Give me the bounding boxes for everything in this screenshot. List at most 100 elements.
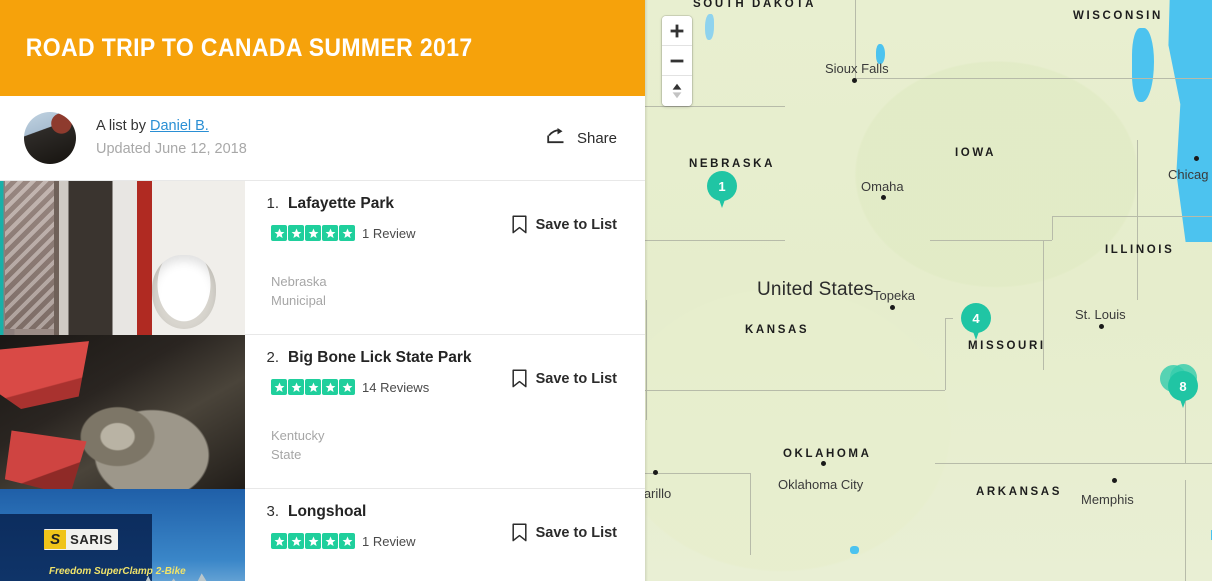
save-to-list-label: Save to List xyxy=(535,370,617,387)
poi-thumbnail-advertisement[interactable]: S SARIS Freedom SuperClamp 2-Bike Easy t… xyxy=(0,489,245,581)
border-segment xyxy=(1185,480,1186,581)
poi-index: 3. xyxy=(266,503,279,520)
border-segment xyxy=(855,0,856,78)
zoom-in-button[interactable] xyxy=(662,16,692,46)
star-icon xyxy=(322,379,338,395)
review-count: 1 Review xyxy=(362,225,416,241)
poi-name[interactable]: Lafayette Park xyxy=(279,195,394,213)
map-city-dot xyxy=(881,195,886,200)
star-icon xyxy=(271,533,287,549)
border-segment xyxy=(945,318,946,390)
save-to-list-label: Save to List xyxy=(535,216,617,233)
star-icon xyxy=(305,533,321,549)
list-item[interactable]: 1. Lafayette Park 1 Review Nebraska Muni… xyxy=(0,181,645,335)
star-icon xyxy=(339,379,355,395)
byline-author-line: A list by Daniel B. xyxy=(96,117,247,137)
border-segment xyxy=(645,390,945,391)
list-item[interactable]: S SARIS Freedom SuperClamp 2-Bike Easy t… xyxy=(0,489,645,581)
star-icon xyxy=(339,225,355,241)
border-segment xyxy=(935,463,1212,464)
pin-label: 1 xyxy=(707,171,737,201)
border-segment xyxy=(750,473,751,555)
share-label: Share xyxy=(576,129,617,147)
bookmark-icon xyxy=(512,215,527,234)
pin-label: 8 xyxy=(1168,371,1198,401)
ad-logo-mark: S xyxy=(44,530,67,550)
star-icon xyxy=(305,225,321,241)
poi-region: Nebraska xyxy=(271,274,327,289)
star-icon xyxy=(322,533,338,549)
map-city-dot xyxy=(890,305,895,310)
map[interactable]: United States SOUTH DAKOTA WISCONSIN NEB… xyxy=(645,0,1212,581)
list-detail-page: ROAD TRIP TO CANADA SUMMER 2017 A list b… xyxy=(0,0,1212,581)
map-city-dot xyxy=(821,461,826,466)
bookmark-icon xyxy=(512,523,527,542)
bookmark-icon xyxy=(512,369,527,388)
save-to-list-button[interactable]: Save to List xyxy=(512,523,617,542)
map-marker-1[interactable]: 1 xyxy=(707,171,737,209)
byline-prefix: A list by xyxy=(96,117,150,134)
star-icon xyxy=(322,225,338,241)
ad-brand-logo: S SARIS xyxy=(44,529,118,551)
map-city-dot xyxy=(852,78,857,83)
author-link[interactable]: Daniel B. xyxy=(150,118,209,134)
border-segment xyxy=(1043,240,1044,370)
list-header-banner: ROAD TRIP TO CANADA SUMMER 2017 xyxy=(0,0,645,96)
poi-region: Kentucky xyxy=(271,428,325,443)
plus-icon xyxy=(670,24,684,37)
poi-thumbnail[interactable] xyxy=(0,335,245,489)
poi-title-line: 2. Big Bone Lick State Park xyxy=(245,349,645,367)
list-panel: ROAD TRIP TO CANADA SUMMER 2017 A list b… xyxy=(0,0,645,581)
avatar xyxy=(24,112,76,164)
review-count: 14 Reviews xyxy=(362,379,430,395)
byline-row: A list by Daniel B. Updated June 12, 201… xyxy=(0,96,645,181)
border-segment xyxy=(645,473,750,474)
border-segment xyxy=(1137,140,1138,300)
poi-index: 2. xyxy=(266,349,279,366)
poi-details: 3. Longshoal 1 Review Save to List xyxy=(245,489,645,581)
border-segment xyxy=(855,78,1212,79)
save-to-list-label: Save to List xyxy=(535,524,617,541)
star-icon xyxy=(339,533,355,549)
map-marker-8[interactable]: 8 xyxy=(1168,371,1198,409)
poi-details: 1. Lafayette Park 1 Review Nebraska Muni… xyxy=(245,181,645,334)
byline-text: A list by Daniel B. Updated June 12, 201… xyxy=(96,117,247,159)
south-dakota-river xyxy=(705,14,714,40)
zoom-out-button[interactable] xyxy=(662,46,692,76)
border-segment xyxy=(645,240,785,241)
save-to-list-button[interactable]: Save to List xyxy=(512,369,617,388)
border-segment xyxy=(645,106,785,107)
page-title: ROAD TRIP TO CANADA SUMMER 2017 xyxy=(25,33,473,62)
star-icon xyxy=(305,379,321,395)
poi-meta: Kentucky State xyxy=(245,427,645,465)
poi-category: Municipal xyxy=(271,292,326,308)
star-rating xyxy=(271,533,355,549)
star-rating xyxy=(271,379,355,395)
star-icon xyxy=(271,379,287,395)
save-to-list-button[interactable]: Save to List xyxy=(512,215,617,234)
compass-reset-button[interactable] xyxy=(662,76,692,106)
map-zoom-controls[interactable] xyxy=(662,16,692,106)
review-count: 1 Review xyxy=(362,533,416,549)
border-segment xyxy=(930,240,1052,241)
poi-name[interactable]: Longshoal xyxy=(279,503,366,521)
poi-title-line: 3. Longshoal xyxy=(245,503,645,521)
star-icon xyxy=(288,225,304,241)
star-icon xyxy=(288,379,304,395)
poi-thumbnail[interactable] xyxy=(0,181,245,335)
map-marker-4[interactable]: 4 xyxy=(961,303,991,341)
poi-name[interactable]: Big Bone Lick State Park xyxy=(279,349,471,367)
border-segment xyxy=(1052,216,1212,217)
map-city-dot xyxy=(1194,156,1199,161)
border-segment xyxy=(945,318,953,319)
star-icon xyxy=(288,533,304,549)
share-button[interactable]: Share xyxy=(545,128,617,148)
poi-meta: Nebraska Municipal xyxy=(245,273,645,311)
poi-category: State xyxy=(271,446,302,462)
share-icon xyxy=(547,128,564,144)
map-marker-cluster-8[interactable]: 8 xyxy=(1160,364,1200,411)
oklahoma-lake xyxy=(850,546,859,554)
list-item[interactable]: 2. Big Bone Lick State Park 14 Reviews K… xyxy=(0,335,645,489)
poi-title-line: 1. Lafayette Park xyxy=(245,195,645,213)
wisconsin-lake xyxy=(876,44,885,64)
